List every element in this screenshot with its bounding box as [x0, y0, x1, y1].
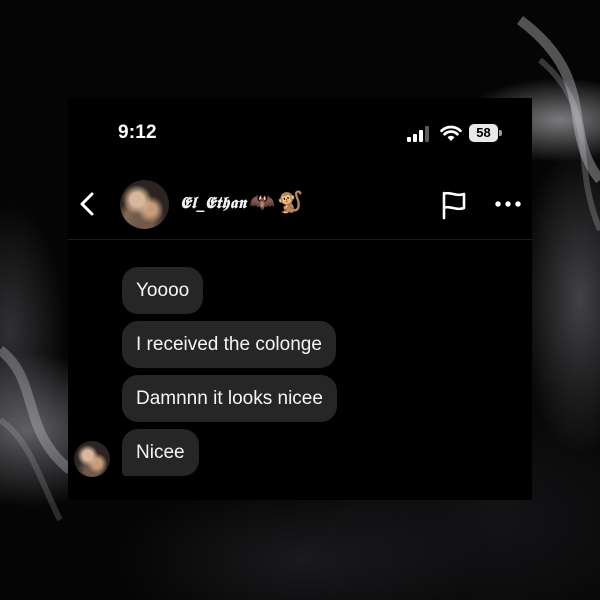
cellular-signal-icon	[407, 126, 429, 142]
battery-icon: 58	[469, 124, 498, 142]
message-bubble[interactable]: Damnnn it looks nicee	[122, 375, 337, 422]
chat-header: 𝕰𝖑_𝕰𝖙𝖍𝖆𝖓 🦇 🐒	[68, 168, 532, 240]
message-bubble[interactable]: I received the colonge	[122, 321, 336, 368]
sender-avatar[interactable]	[74, 441, 110, 477]
status-bar: 9:12 58	[68, 98, 532, 168]
wifi-icon	[440, 125, 462, 141]
flag-icon[interactable]	[440, 190, 468, 220]
message-bubble[interactable]: Yoooo	[122, 267, 204, 314]
message-bubble[interactable]: Nicee	[122, 429, 199, 476]
battery-nub	[499, 130, 502, 136]
more-options-ellipsis-icon[interactable]	[494, 196, 522, 212]
dm-screen: 9:12 58 𝕰𝖑_𝕰𝖙𝖍𝖆𝖓 🦇 🐒 Yoooo I received th…	[68, 98, 532, 500]
battery-level: 58	[476, 125, 491, 140]
profile-avatar[interactable]	[120, 180, 169, 229]
status-time: 9:12	[118, 122, 157, 143]
bat-emoji: 🦇	[249, 191, 276, 214]
back-chevron-left-icon[interactable]	[76, 190, 100, 218]
monkey-emoji: 🐒	[277, 191, 304, 214]
username[interactable]: 𝕰𝖑_𝕰𝖙𝖍𝖆𝖓	[180, 193, 247, 213]
